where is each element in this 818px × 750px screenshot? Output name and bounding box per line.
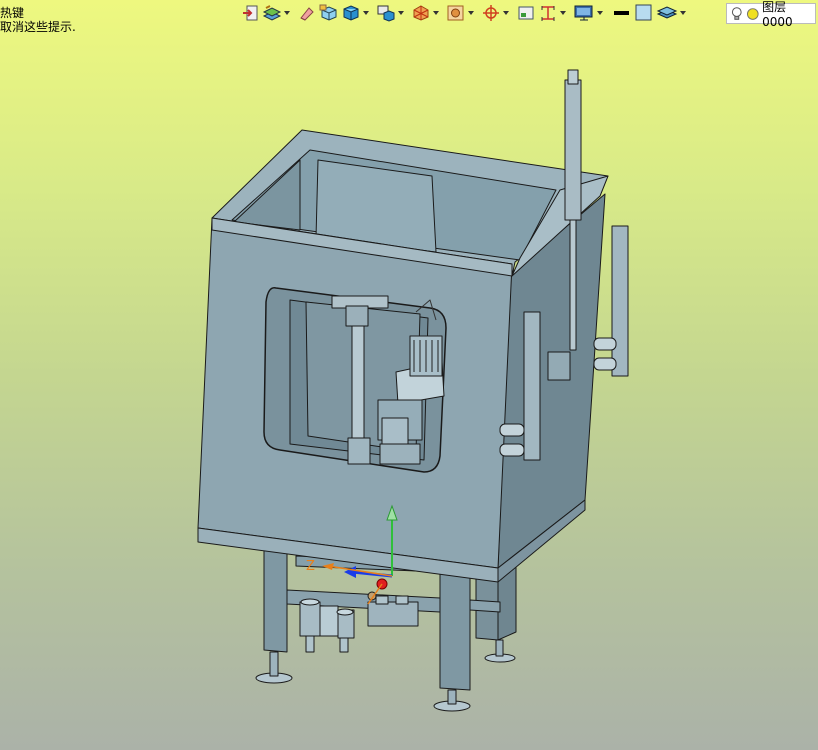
z-axis-label: Z: [306, 559, 315, 574]
model-viewport[interactable]: Z: [0, 0, 818, 750]
front-window: [263, 287, 447, 473]
